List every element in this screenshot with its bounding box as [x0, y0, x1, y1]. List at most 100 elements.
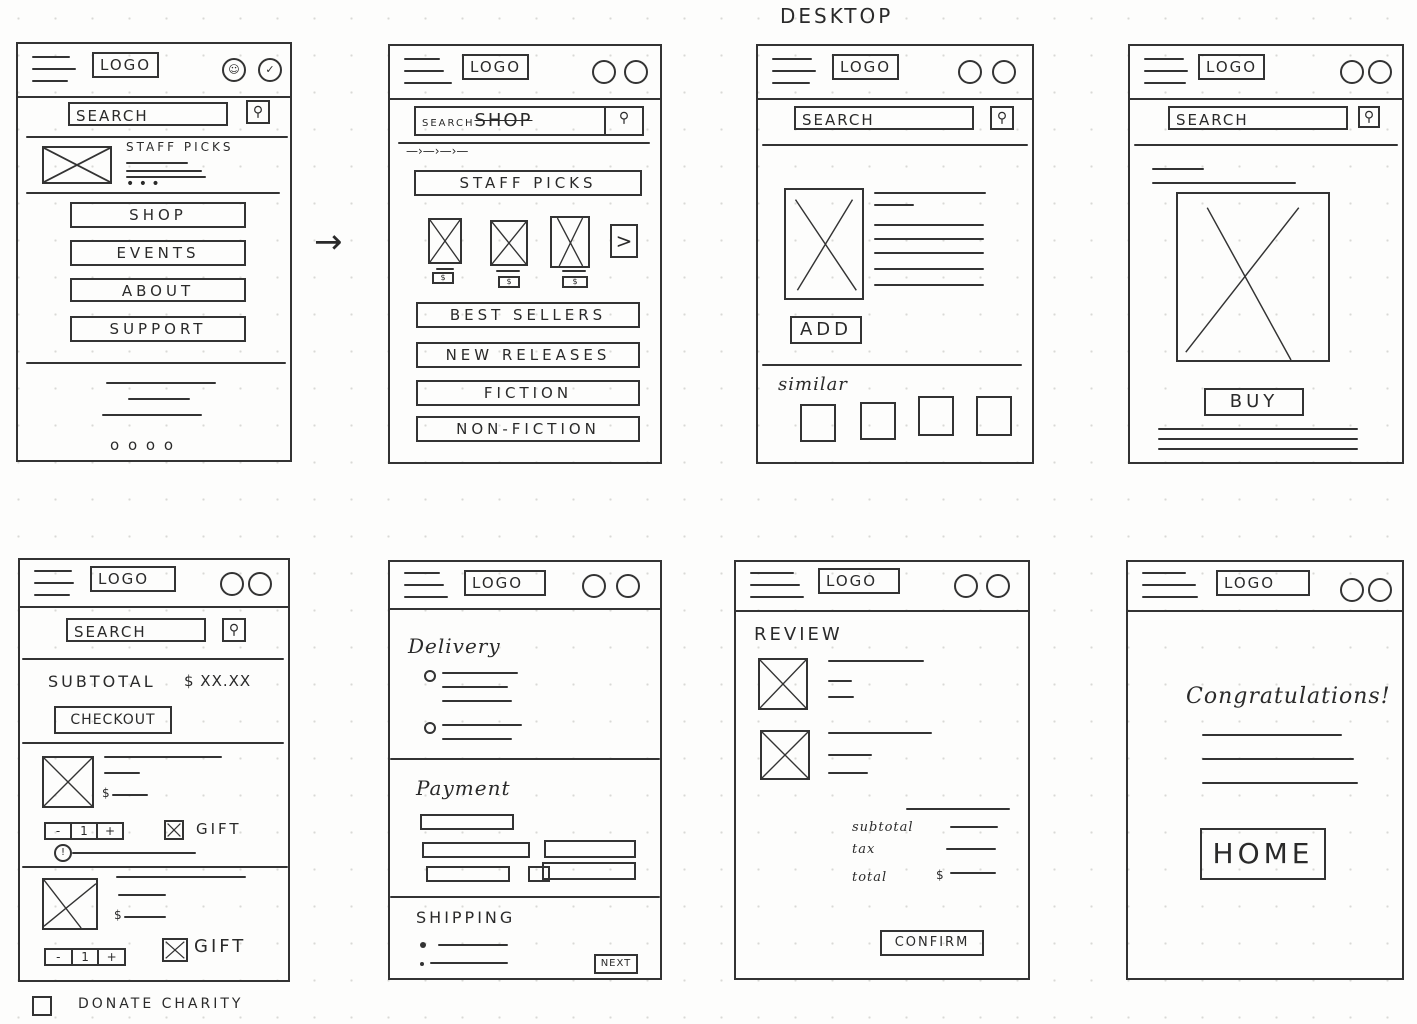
similar-item[interactable]	[860, 402, 896, 440]
hamburger-menu-icon[interactable]	[34, 570, 78, 596]
review-item-image-placeholder[interactable]	[758, 658, 808, 710]
logo[interactable]: LOGO	[464, 570, 546, 596]
gift-checkbox[interactable]	[162, 938, 188, 962]
zip-field[interactable]	[542, 862, 636, 880]
search-input[interactable]: SEARCH	[68, 102, 228, 126]
category-fiction-button[interactable]: FICTION	[416, 380, 640, 406]
card-number-field[interactable]	[420, 814, 514, 830]
menu-shop-button[interactable]: SHOP	[70, 202, 246, 228]
increment-button[interactable]: +	[99, 950, 124, 964]
carousel-next-button[interactable]: >	[610, 224, 638, 258]
text-line	[874, 238, 984, 240]
menu-about-button[interactable]: ABOUT	[70, 278, 246, 302]
subtotal-value: $ XX.XX	[184, 672, 252, 690]
similar-item[interactable]	[918, 396, 954, 436]
delivery-option-radio[interactable]	[424, 670, 436, 682]
checkout-button[interactable]: CHECKOUT	[54, 706, 172, 734]
hamburger-menu-icon[interactable]	[404, 572, 448, 598]
add-to-cart-button[interactable]: ADD	[790, 316, 862, 344]
search-icon[interactable]: ⚲	[246, 100, 270, 124]
book-placeholder[interactable]	[490, 220, 528, 266]
user-icon[interactable]	[582, 574, 606, 598]
user-icon[interactable]	[958, 60, 982, 84]
book-placeholder[interactable]	[428, 218, 462, 264]
staff-picks-button[interactable]: STAFF PICKS	[414, 170, 642, 196]
expiry-field[interactable]	[544, 840, 636, 858]
menu-support-button[interactable]: SUPPORT	[70, 316, 246, 342]
logo[interactable]: LOGO	[90, 566, 176, 592]
cart-icon[interactable]	[986, 574, 1010, 598]
name-field[interactable]	[422, 842, 530, 858]
logo[interactable]: LOGO	[1216, 570, 1310, 596]
category-best-sellers-button[interactable]: BEST SELLERS	[416, 302, 640, 328]
pagination-dots[interactable]: o o o o	[110, 436, 175, 454]
screen-detail: LOGO SEARCH ⚲ BUY	[1128, 44, 1404, 464]
cart-icon[interactable]	[248, 572, 272, 596]
donate-charity-checkbox[interactable]	[32, 996, 52, 1016]
decrement-button[interactable]: -	[46, 824, 72, 838]
decrement-button[interactable]: -	[46, 950, 73, 964]
home-button[interactable]: HOME	[1200, 828, 1326, 880]
hamburger-menu-icon[interactable]	[32, 56, 76, 82]
increment-button[interactable]: +	[98, 824, 122, 838]
buy-button[interactable]: BUY	[1204, 388, 1304, 416]
cart-item-image-placeholder[interactable]	[42, 756, 94, 808]
logo[interactable]: LOGO	[1198, 54, 1266, 80]
cart-icon[interactable]	[616, 574, 640, 598]
search-icon[interactable]: ⚲	[604, 108, 642, 136]
logo[interactable]: LOGO	[92, 52, 160, 78]
more-dots[interactable]: • • •	[126, 176, 160, 192]
search-input[interactable]: SEARCH	[66, 618, 206, 642]
cart-icon[interactable]	[992, 60, 1016, 84]
hamburger-menu-icon[interactable]	[750, 572, 804, 598]
user-icon[interactable]	[1340, 60, 1364, 84]
hamburger-menu-icon[interactable]	[404, 58, 452, 84]
cart-item-image-placeholder[interactable]	[42, 878, 98, 930]
book-placeholder[interactable]	[550, 216, 590, 268]
screen-confirmation: LOGO Congratulations! HOME	[1126, 560, 1404, 980]
cart-icon[interactable]	[624, 60, 648, 84]
review-item-image-placeholder[interactable]	[760, 730, 810, 780]
user-icon[interactable]: ☺	[222, 58, 246, 82]
hamburger-menu-icon[interactable]	[772, 58, 816, 84]
logo[interactable]: LOGO	[818, 568, 900, 594]
delivery-option-radio[interactable]	[424, 722, 436, 734]
shipping-option-bullet[interactable]	[420, 962, 424, 966]
subtotal-label: SUBTOTAL	[48, 672, 156, 691]
next-button[interactable]: NEXT	[594, 954, 638, 974]
hamburger-menu-icon[interactable]	[1142, 572, 1198, 598]
staff-pick-image-placeholder[interactable]	[42, 146, 112, 184]
warning-icon: !	[54, 844, 72, 862]
cart-icon[interactable]: ✓	[258, 58, 282, 82]
hamburger-menu-icon[interactable]	[1144, 58, 1188, 84]
search-input[interactable]: SEARCH	[1168, 106, 1348, 130]
cart-icon[interactable]	[1368, 60, 1392, 84]
confirm-button[interactable]: CONFIRM	[880, 930, 984, 956]
category-new-releases-button[interactable]: NEW RELEASES	[416, 342, 640, 368]
gift-checkbox[interactable]	[164, 820, 184, 840]
user-icon[interactable]	[220, 572, 244, 596]
logo[interactable]: LOGO	[832, 54, 900, 80]
search-icon[interactable]: ⚲	[990, 106, 1014, 130]
address-field[interactable]	[426, 866, 510, 882]
search-icon[interactable]: ⚲	[222, 618, 246, 642]
search-icon[interactable]: ⚲	[1358, 106, 1380, 128]
shipping-option-bullet[interactable]	[420, 942, 426, 948]
product-image-placeholder[interactable]	[784, 188, 864, 300]
breadcrumb[interactable]: —›—›—›—	[406, 144, 468, 158]
menu-events-button[interactable]: EVENTS	[70, 240, 246, 266]
quantity-stepper[interactable]: - 1 +	[44, 948, 126, 966]
cart-icon[interactable]	[1368, 578, 1392, 602]
tax-label: tax	[852, 842, 876, 857]
similar-item[interactable]	[800, 404, 836, 442]
product-image-placeholder[interactable]	[1176, 192, 1330, 362]
category-non-fiction-button[interactable]: NON-FICTION	[416, 416, 640, 442]
quantity-stepper[interactable]: - 1 +	[44, 822, 124, 840]
logo[interactable]: LOGO	[462, 54, 530, 80]
user-icon[interactable]	[1340, 578, 1364, 602]
similar-item[interactable]	[976, 396, 1012, 436]
user-icon[interactable]	[592, 60, 616, 84]
search-input[interactable]: SEARCH	[794, 106, 974, 130]
user-icon[interactable]	[954, 574, 978, 598]
total-value-line	[950, 872, 996, 874]
